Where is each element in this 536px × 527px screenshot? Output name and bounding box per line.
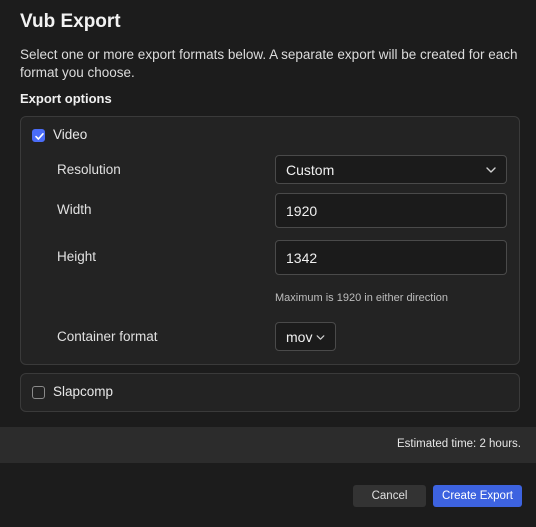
resolution-select[interactable]: Custom bbox=[275, 155, 507, 184]
dialog-description: Select one or more export formats below.… bbox=[20, 47, 518, 80]
container-format-value: mov bbox=[286, 329, 313, 345]
slapcomp-checkbox[interactable] bbox=[32, 386, 45, 399]
chevron-down-icon bbox=[486, 167, 496, 173]
status-bar: Estimated time: 2 hours. bbox=[0, 427, 536, 463]
video-options-panel: Video Resolution Custom Width 1920 Heigh… bbox=[20, 116, 520, 365]
dimension-hint: Maximum is 1920 in either direction bbox=[275, 292, 449, 304]
container-format-label: Container format bbox=[57, 329, 158, 344]
estimated-time: Estimated time: 2 hours. bbox=[397, 438, 521, 450]
create-export-button[interactable]: Create Export bbox=[433, 485, 522, 507]
checkmark-icon bbox=[35, 133, 44, 140]
dialog-title: Vub Export bbox=[20, 11, 121, 32]
height-input[interactable]: 1342 bbox=[275, 240, 507, 275]
cancel-button[interactable]: Cancel bbox=[353, 485, 426, 507]
video-checkbox[interactable] bbox=[32, 129, 45, 142]
width-label: Width bbox=[57, 202, 92, 217]
chevron-down-icon bbox=[316, 335, 325, 340]
container-format-select[interactable]: mov bbox=[275, 322, 336, 351]
width-input[interactable]: 1920 bbox=[275, 193, 507, 228]
video-checkbox-label[interactable]: Video bbox=[53, 127, 87, 142]
export-options-label: Export options bbox=[20, 91, 112, 106]
height-label: Height bbox=[57, 249, 97, 264]
slapcomp-checkbox-label[interactable]: Slapcomp bbox=[53, 384, 113, 399]
width-input-value: 1920 bbox=[286, 203, 318, 219]
resolution-select-value: Custom bbox=[286, 162, 335, 178]
height-input-value: 1342 bbox=[286, 250, 318, 266]
resolution-label: Resolution bbox=[57, 162, 121, 177]
slapcomp-option-panel: Slapcomp bbox=[20, 373, 520, 412]
